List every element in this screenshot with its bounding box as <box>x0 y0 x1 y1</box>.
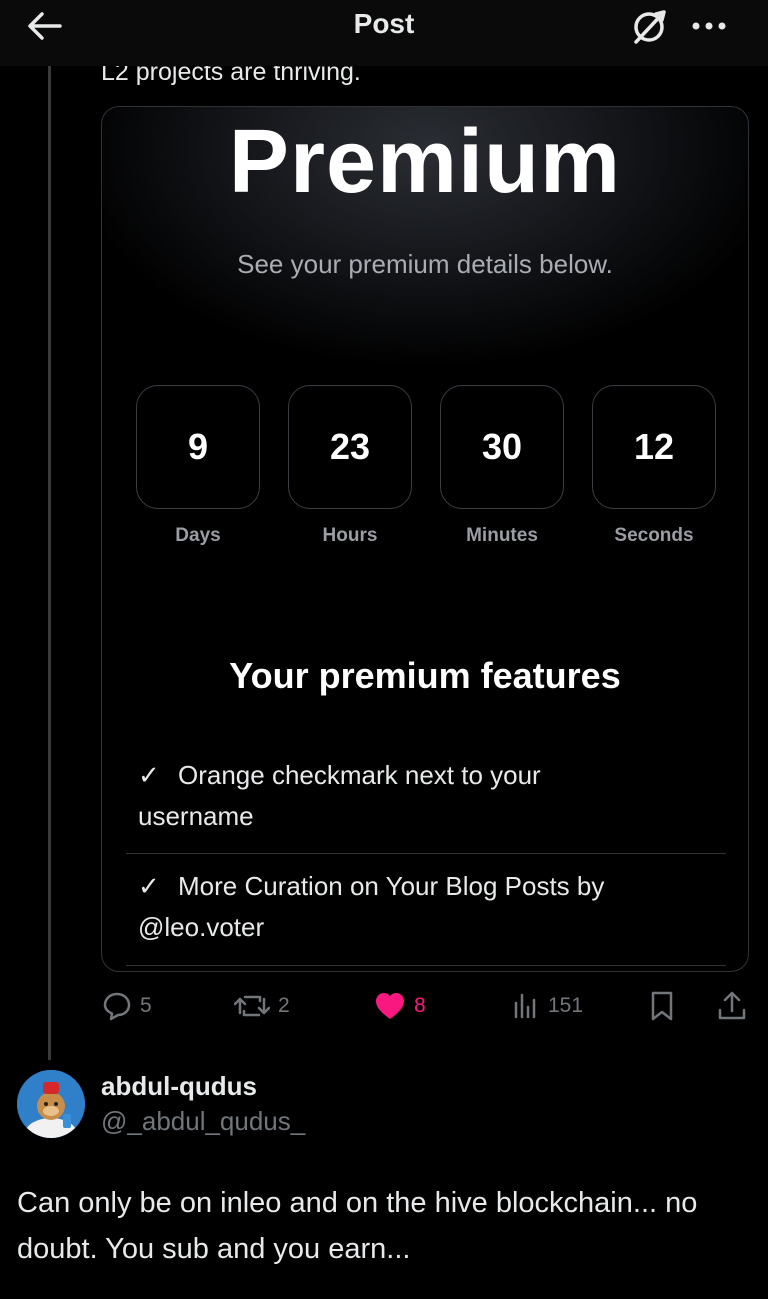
user-avatar-icon <box>17 1070 85 1138</box>
bookmark-button[interactable] <box>649 990 675 1022</box>
reply-text: Can only be on inleo and on the hive blo… <box>17 1187 698 1265</box>
feature-item: ✓ More Curation on Your Blog Posts by @le… <box>138 866 718 948</box>
bookmark-icon <box>651 991 673 1021</box>
like-count: 8 <box>414 994 426 1017</box>
premium-card[interactable]: Premium See your premium details below. … <box>101 106 749 972</box>
like-action-button[interactable]: 8 <box>374 990 426 1022</box>
comment-icon <box>103 992 131 1021</box>
card-subtitle: See your premium details below. <box>237 249 613 279</box>
repost-icon <box>234 995 270 1017</box>
countdown-minutes-box: 30 <box>440 385 564 509</box>
thread-connector-line <box>48 66 51 1060</box>
feature-item: ✓ Orange checkmark next to your username <box>138 755 718 837</box>
checkmark-icon: ✓ <box>138 760 160 790</box>
checkmark-icon: ✓ <box>138 871 160 901</box>
more-options-button[interactable] <box>688 6 734 46</box>
countdown-hours-box: 23 <box>288 385 412 509</box>
share-button[interactable] <box>717 990 747 1022</box>
countdown-seconds-box: 12 <box>592 385 716 509</box>
brand-button[interactable] <box>626 6 672 46</box>
countdown-days-box: 9 <box>136 385 260 509</box>
views-count: 151 <box>548 994 584 1017</box>
feature-divider <box>126 853 726 854</box>
views-action-button[interactable]: 151 <box>512 990 583 1022</box>
top-bar: Post <box>0 0 768 66</box>
feature-text-line1: Orange checkmark next to your <box>178 760 541 790</box>
reply-action-button[interactable]: 5 <box>102 990 152 1022</box>
feature-text-line2: @leo.voter <box>138 912 265 942</box>
repost-count: 2 <box>278 994 290 1017</box>
countdown-days-label: Days <box>175 525 221 546</box>
feature-text-line1: More Curation on Your Blog Posts by <box>178 871 605 901</box>
card-title: Premium <box>228 112 622 212</box>
features-heading: Your premium features <box>229 655 621 696</box>
reply-author-handle: @_abdul_qudus_ <box>101 1106 306 1136</box>
more-horizontal-icon <box>692 22 726 30</box>
repost-action-button[interactable]: 2 <box>234 990 290 1022</box>
inleo-logo-icon <box>634 10 666 44</box>
countdown-seconds-label: Seconds <box>614 525 694 546</box>
comment-count: 5 <box>140 994 152 1017</box>
countdown-hours-label: Hours <box>322 525 378 546</box>
feature-divider <box>126 965 726 966</box>
feature-text-line2: username <box>138 801 254 831</box>
analytics-icon <box>514 993 536 1019</box>
reply-author-name[interactable]: abdul-qudus <box>101 1071 257 1102</box>
avatar[interactable] <box>17 1070 85 1138</box>
heart-icon <box>376 993 404 1019</box>
countdown-minutes-label: Minutes <box>466 525 538 546</box>
share-icon <box>718 991 746 1020</box>
